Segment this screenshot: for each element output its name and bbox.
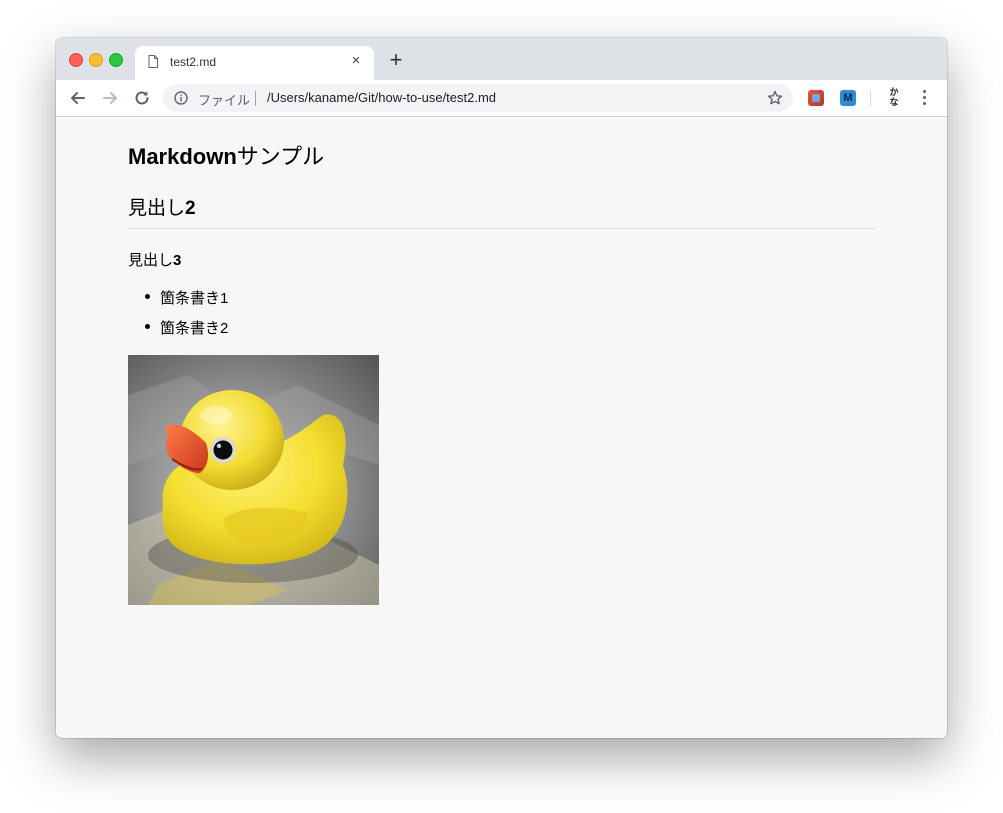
url-text[interactable]: /Users/kaname/Git/how-to-use/test2.md (267, 90, 496, 105)
minimize-window-button[interactable] (89, 53, 103, 67)
kana-top: か (889, 87, 899, 97)
heading-2: 見出し2 (128, 193, 196, 220)
heading-1-latin: Markdown (128, 144, 237, 169)
info-icon[interactable] (174, 91, 188, 105)
kebab-menu-icon[interactable] (919, 90, 929, 106)
list-item-text: 箇条書き1 (160, 290, 229, 307)
heading-3: 見出し3 (128, 249, 181, 270)
kana-bottom: な (889, 97, 899, 107)
bullet-dot (145, 324, 150, 329)
tab-title: test2.md (170, 55, 217, 69)
zoom-window-button[interactable] (109, 53, 123, 67)
heading-2-rule (128, 228, 876, 229)
arrow-right-icon (103, 92, 117, 104)
address-bar[interactable]: ファイル /Users/kaname/Git/how-to-use/test2.… (163, 84, 793, 112)
arrow-left-icon (71, 92, 85, 104)
tab-strip: test2.md × + (56, 38, 947, 80)
list-item: 箇条書き2 (128, 317, 228, 347)
toolbar: ファイル /Users/kaname/Git/how-to-use/test2.… (56, 80, 947, 117)
extension-icon-m[interactable]: M (840, 90, 856, 106)
list-item-text: 箇条書き2 (160, 320, 229, 337)
heading-2-text: 見出し (128, 198, 186, 219)
toolbar-divider (870, 90, 871, 106)
forward-button[interactable] (100, 88, 120, 108)
browser-window: test2.md × + ファイル /Users/kaname/Git/how-… (56, 38, 947, 738)
heading-3-text: 見出し (128, 252, 174, 269)
heading-1-kana: サンプル (236, 144, 325, 169)
heading-3-num: 3 (173, 252, 182, 269)
omnibox-divider (255, 91, 256, 106)
reload-icon (135, 91, 149, 105)
tab-test2-md[interactable]: test2.md × (135, 46, 374, 80)
page-content: Markdownサンプル 見出し2 見出し3 箇条書き1 箇条書き2 (56, 117, 947, 738)
close-window-button[interactable] (69, 53, 83, 67)
heading-1: Markdownサンプル (128, 139, 324, 171)
reload-button[interactable] (132, 88, 152, 108)
close-tab-icon[interactable]: × (348, 53, 364, 69)
back-button[interactable] (68, 88, 88, 108)
bullet-dot (145, 294, 150, 299)
extension-icon-kana[interactable]: か な (885, 87, 903, 109)
extension-icon-red[interactable] (808, 90, 824, 106)
star-icon[interactable] (767, 90, 783, 106)
scheme-label: ファイル (198, 93, 251, 108)
new-tab-button[interactable]: + (386, 49, 406, 71)
bullet-list: 箇条書き1 箇条書き2 (128, 287, 228, 347)
file-icon (148, 55, 158, 68)
rubber-duck-image (128, 355, 379, 605)
heading-2-num: 2 (185, 198, 196, 219)
list-item: 箇条書き1 (128, 287, 228, 317)
